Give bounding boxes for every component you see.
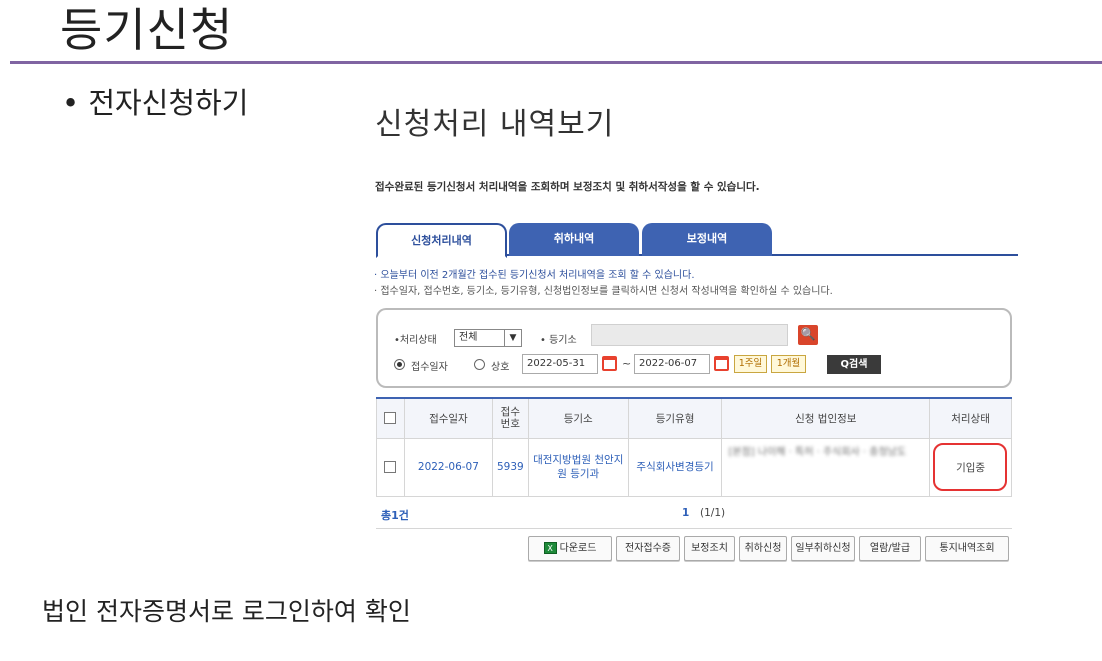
row-court[interactable]: 대전지방법원 천안지원 등기과 xyxy=(527,437,629,497)
select-all-checkbox[interactable] xyxy=(384,412,397,425)
title-divider xyxy=(10,61,1102,64)
col-header-court: 등기소 xyxy=(527,397,629,439)
status-select[interactable]: 전체 ▼ xyxy=(454,329,522,347)
screen-title: 신청처리 내역보기 xyxy=(375,107,615,142)
status-select-value: 전체 xyxy=(459,332,478,343)
court-label: • 등기소 xyxy=(540,335,577,346)
date-range-tilde: ~ xyxy=(622,357,632,370)
correction-button[interactable]: 보정조치 xyxy=(684,536,735,561)
download-label: 다운로드 xyxy=(559,543,597,554)
row-receipt-no[interactable]: 5939 xyxy=(491,437,529,497)
tab-bar: 신청처리내역 취하내역 보정내역 xyxy=(376,223,1018,258)
download-button[interactable]: X 다운로드 xyxy=(528,536,612,561)
page-info: (1/1) xyxy=(700,507,726,519)
receipt-cert-button[interactable]: 전자접수증 xyxy=(616,536,680,561)
status-highlight xyxy=(933,442,1008,491)
excel-icon: X xyxy=(543,542,557,554)
withdraw-button[interactable]: 취하신청 xyxy=(739,536,787,561)
table-row: 2022-06-07 5939 대전지방법원 천안지원 등기과 주식회사변경등기… xyxy=(376,437,1012,497)
page-link-current[interactable]: 1 xyxy=(682,507,689,519)
tab-application-history[interactable]: 신청처리내역 xyxy=(376,223,507,258)
col-header-receipt-no: 접수 번호 xyxy=(491,397,529,439)
radio-company-name-label: 상호 xyxy=(491,362,510,373)
chevron-down-icon: ▼ xyxy=(504,330,521,346)
status-label: •처리상태 xyxy=(394,335,437,346)
calendar-icon[interactable] xyxy=(714,356,729,371)
slide-caption: 법인 전자증명서로 로그인하여 확인 xyxy=(42,597,411,626)
date-to-input[interactable]: 2022-06-07 xyxy=(634,354,710,374)
radio-receipt-date[interactable] xyxy=(394,359,405,370)
total-count: 총1건 xyxy=(381,509,409,522)
pagination-bar: 총1건 1 (1/1) xyxy=(376,501,1012,529)
row-corp-info[interactable]: [본점] 나이해 · 특허 · 주식회사 · 충청남도 xyxy=(721,437,931,497)
period-1month-button[interactable]: 1개월 xyxy=(771,355,806,373)
screen-description: 접수완료된 등기신청서 처리내역을 조회하며 보정조치 및 취하서작성을 할 수… xyxy=(375,181,760,193)
row-type[interactable]: 주식회사변경등기 xyxy=(627,437,723,497)
notice-query-button[interactable]: 통지내역조회 xyxy=(925,536,1009,561)
col-header-corp-info: 신청 법인정보 xyxy=(721,397,931,439)
row-checkbox[interactable] xyxy=(384,461,397,473)
row-date[interactable]: 2022-06-07 xyxy=(403,437,493,497)
col-header-status: 처리상태 xyxy=(929,397,1012,439)
view-issue-button[interactable]: 열람/발급 xyxy=(859,536,921,561)
row-corp-info-text: [본점] 나이해 · 특허 · 주식회사 · 충청남도 xyxy=(728,447,907,458)
notice-list: · 오늘부터 이전 2개월간 접수된 등기신청서 처리내역을 조회 할 수 있습… xyxy=(374,268,833,300)
date-from-input[interactable]: 2022-05-31 xyxy=(522,354,598,374)
bullet-text: • 전자신청하기 xyxy=(62,86,249,120)
partial-withdraw-button[interactable]: 일부취하신청 xyxy=(791,536,855,561)
row-status-cell: 기입중 xyxy=(929,437,1012,497)
search-panel: •처리상태 전체 ▼ • 등기소 🔍 접수일자 상호 2022-05-31 ~ … xyxy=(376,308,1012,388)
radio-receipt-date-label: 접수일자 xyxy=(411,362,448,373)
court-input[interactable] xyxy=(591,324,788,346)
search-button[interactable]: Q검색 xyxy=(827,355,881,374)
period-1week-button[interactable]: 1주일 xyxy=(734,355,767,373)
court-search-icon[interactable]: 🔍 xyxy=(798,325,818,345)
col-header-type: 등기유형 xyxy=(627,397,723,439)
radio-company-name[interactable] xyxy=(474,359,485,370)
registry-screenshot: 신청처리 내역보기 접수완료된 등기신청서 처리내역을 조회하며 보정조치 및 … xyxy=(372,96,1018,576)
notice-period: · 오늘부터 이전 2개월간 접수된 등기신청서 처리내역을 조회 할 수 있습… xyxy=(374,270,695,281)
results-table: 접수일자 접수 번호 등기소 등기유형 신청 법인정보 처리상태 2022-06… xyxy=(376,397,1012,497)
calendar-icon[interactable] xyxy=(602,356,617,371)
notice-click: · 접수일자, 접수번호, 등기소, 등기유형, 신청법인정보를 클릭하시면 신… xyxy=(374,286,833,297)
tab-correction-history[interactable]: 보정내역 xyxy=(642,223,772,256)
tab-withdraw-history[interactable]: 취하내역 xyxy=(509,223,639,256)
slide-title: 등기신청 xyxy=(60,3,234,57)
col-header-date: 접수일자 xyxy=(403,397,493,439)
